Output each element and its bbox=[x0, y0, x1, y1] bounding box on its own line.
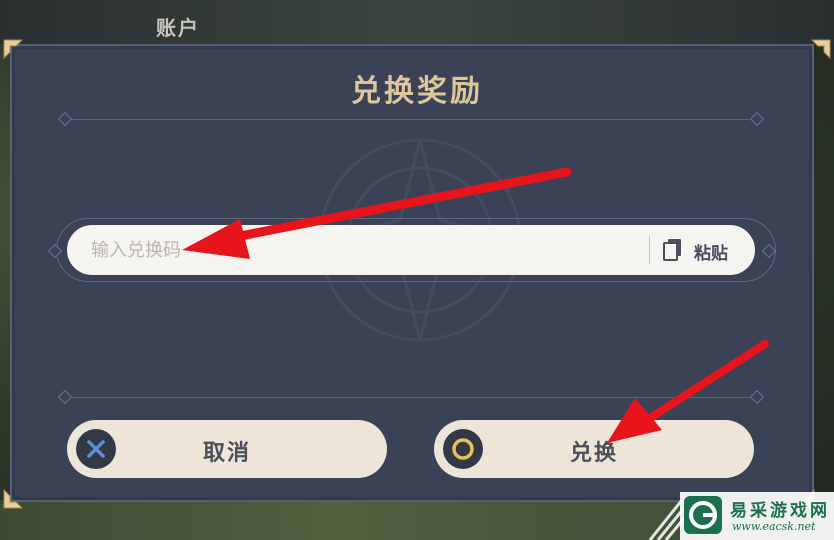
site-logo-icon bbox=[684, 496, 722, 534]
corner-ornament-icon bbox=[3, 39, 24, 60]
input-separator bbox=[649, 236, 650, 264]
cancel-label: 取消 bbox=[202, 441, 251, 466]
watermark-url: www.eacsk.net bbox=[732, 520, 816, 533]
corner-ornament-icon bbox=[3, 488, 24, 509]
bottom-divider bbox=[70, 397, 750, 398]
background-top-bar bbox=[0, 0, 834, 44]
paste-button[interactable]: 粘贴 bbox=[660, 234, 738, 266]
corner-ornament-icon bbox=[810, 39, 831, 60]
watermark: 易采游戏网 www.eacsk.net bbox=[680, 492, 834, 540]
account-label: 账户 bbox=[156, 16, 200, 40]
clipboard-icon bbox=[663, 239, 681, 261]
paste-label: 粘贴 bbox=[694, 244, 728, 264]
redeem-label: 兑换 bbox=[569, 441, 618, 466]
watermark-title: 易采游戏网 bbox=[730, 501, 830, 521]
input-placeholder: 输入兑换码 bbox=[91, 240, 181, 261]
cancel-button[interactable]: 取消 bbox=[67, 420, 387, 478]
dialog-title: 兑换奖励 bbox=[351, 74, 483, 109]
redeem-button[interactable]: 兑换 bbox=[434, 420, 754, 478]
